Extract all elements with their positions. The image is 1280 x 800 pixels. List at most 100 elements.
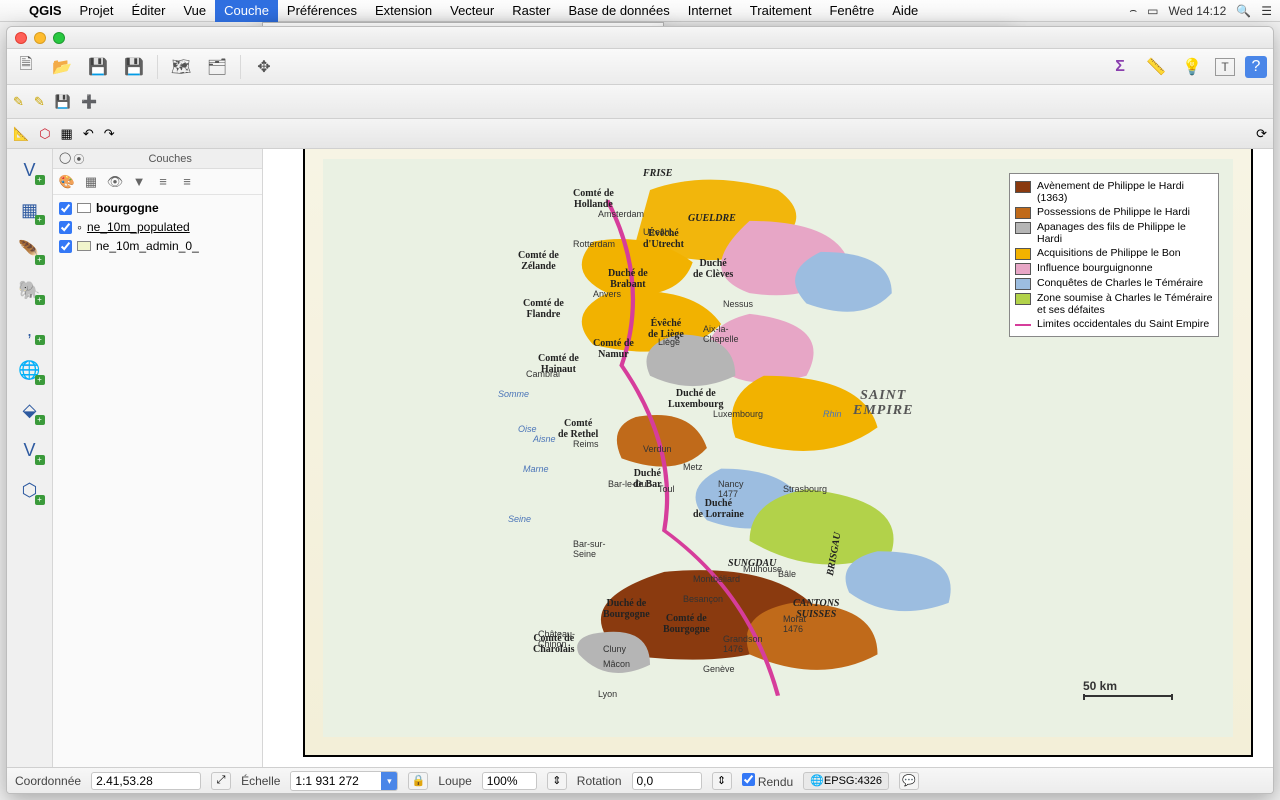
coord-toggle-icon[interactable]: ⤢ [211, 772, 231, 790]
window-minimize-button[interactable] [34, 32, 46, 44]
menubar-item-fenêtre[interactable]: Fenêtre [820, 0, 883, 22]
clock[interactable]: Wed 14:12 [1168, 4, 1226, 18]
edit-pencil-icon[interactable]: ✎ [13, 94, 24, 110]
layer-visibility-checkbox[interactable] [59, 221, 72, 234]
edit-save-icon[interactable]: ✎ [34, 94, 45, 110]
measure-icon[interactable]: 📏 [1143, 54, 1169, 80]
layers-panel-title: Couches [148, 153, 191, 165]
window-zoom-button[interactable] [53, 32, 65, 44]
scale-lock-icon[interactable]: 🔒 [408, 772, 428, 790]
layout-manager-icon[interactable]: 🗂 [204, 54, 230, 80]
add-wms-icon[interactable]: 🌐+ [15, 355, 45, 385]
scale-input[interactable] [291, 773, 381, 789]
toolbar-edit: ✎ ✎ 💾 ➕ [7, 85, 1273, 119]
open-project-icon[interactable]: 📂 [49, 54, 75, 80]
filter-legend-icon[interactable]: ▼ [129, 172, 149, 192]
loupe-stepper-icon[interactable]: ⇕ [547, 772, 567, 790]
pan-icon[interactable]: ✥ [251, 54, 277, 80]
render-checkbox[interactable]: Rendu [742, 773, 794, 789]
crs-button[interactable]: 🌐 EPSG:4326 [803, 772, 889, 790]
add-feature-icon[interactable]: ➕ [81, 94, 97, 110]
rotation-stepper-icon[interactable]: ⇕ [712, 772, 732, 790]
collapse-all-icon[interactable]: ≡ [177, 172, 197, 192]
topo-icon[interactable]: ▦ [61, 126, 73, 142]
map-city-label: Genève [703, 664, 735, 674]
layer-swatch-icon: ◦ [77, 219, 82, 235]
map-city-label: Bar-sur-Seine [573, 539, 606, 559]
menubar-item-aide[interactable]: Aide [883, 0, 927, 22]
add-virtual-icon[interactable]: V+ [15, 435, 45, 465]
sigma-icon[interactable]: Σ [1107, 54, 1133, 80]
layer-row[interactable]: bourgogne [53, 199, 262, 217]
add-spatialite-icon[interactable]: 🪶+ [15, 235, 45, 265]
scale-combo[interactable]: ▾ [290, 771, 398, 791]
map-city-label: Reims [573, 439, 599, 449]
menubar-item-vecteur[interactable]: Vecteur [441, 0, 503, 22]
loupe-input[interactable] [482, 772, 537, 790]
menubar-item-base de données[interactable]: Base de données [560, 0, 679, 22]
add-group-icon[interactable]: ▦ [81, 172, 101, 192]
coord-input[interactable] [91, 772, 201, 790]
legend-row: Zone soumise à Charles le Téméraire et s… [1015, 292, 1213, 316]
menubar-item-extension[interactable]: Extension [366, 0, 441, 22]
map-river-label: Oise [518, 424, 537, 434]
map-city-label: Mulhouse [743, 564, 782, 574]
refresh-icon[interactable]: ⟳ [1256, 126, 1267, 142]
legend-row: Conquêtes de Charles le Téméraire [1015, 277, 1213, 290]
menubar-item-préférences[interactable]: Préférences [278, 0, 366, 22]
add-raster-layer-icon[interactable]: ▦+ [15, 195, 45, 225]
new-project-icon[interactable]: 🗎 [13, 54, 39, 80]
legend-row: Influence bourguignonne [1015, 262, 1213, 275]
expand-all-icon[interactable]: ≡ [153, 172, 173, 192]
scale-dropdown-icon[interactable]: ▾ [381, 772, 397, 790]
mac-menubar: QGIS ProjetÉditerVueCouchePréférencesExt… [0, 0, 1280, 22]
menubar-item-internet[interactable]: Internet [679, 0, 741, 22]
map-region-label: Duché deBrabant [608, 269, 648, 290]
menubar-item-couche[interactable]: Couche [215, 0, 278, 22]
snap-icon[interactable]: ⬡ [39, 126, 50, 142]
ruler-icon[interactable]: 📐 [13, 126, 29, 142]
rotation-input[interactable] [632, 772, 702, 790]
map-canvas[interactable]: Avènement de Philippe le Hardi (1363)Pos… [263, 149, 1273, 767]
messages-icon[interactable]: 💬 [899, 772, 919, 790]
map-region-label: Duchéde Lorraine [693, 499, 744, 520]
redo-icon[interactable]: ↷ [104, 126, 115, 142]
window-titlebar [7, 27, 1273, 49]
layer-row[interactable]: ◦ne_10m_populated [53, 217, 262, 237]
menubar-item-raster[interactable]: Raster [503, 0, 559, 22]
window-close-button[interactable] [15, 32, 27, 44]
add-postgis-icon[interactable]: 🐘+ [15, 275, 45, 305]
layer-row[interactable]: ne_10m_admin_0_ [53, 237, 262, 255]
visibility-preset-icon[interactable]: 👁 [105, 172, 125, 192]
menubar-item-vue[interactable]: Vue [174, 0, 215, 22]
save-as-icon[interactable]: 💾 [121, 54, 147, 80]
spotlight-icon[interactable]: 🔍 [1236, 4, 1251, 18]
layer-visibility-checkbox[interactable] [59, 240, 72, 253]
map-city-label: Nessus [723, 299, 753, 309]
menu-extras-icon[interactable]: ☰ [1261, 4, 1272, 18]
menubar-item-projet[interactable]: Projet [71, 0, 123, 22]
app-name[interactable]: QGIS [20, 3, 71, 18]
layer-visibility-checkbox[interactable] [59, 202, 72, 215]
panel-close-icon[interactable]: ⦿ [73, 151, 84, 167]
add-mesh-icon[interactable]: ⬡+ [15, 475, 45, 505]
add-wfs-icon[interactable]: ⬙+ [15, 395, 45, 425]
new-layout-icon[interactable]: 🗺 [168, 54, 194, 80]
help-icon[interactable]: ? [1245, 56, 1267, 78]
map-region-label: SAINTEMPIRE [853, 389, 913, 418]
map-city-label: Luxembourg [713, 409, 763, 419]
panel-dot-icon[interactable]: ◯ [59, 151, 71, 167]
tips-icon[interactable]: 💡 [1179, 54, 1205, 80]
map-region-label: GUELDRE [688, 214, 736, 225]
layer-save-icon[interactable]: 💾 [55, 94, 71, 110]
wifi-icon[interactable]: ⌢ [1129, 3, 1137, 18]
menubar-item-éditer[interactable]: Éditer [122, 0, 174, 22]
menubar-item-traitement[interactable]: Traitement [741, 0, 821, 22]
style-preset-icon[interactable]: 🎨 [57, 172, 77, 192]
add-delimited-icon[interactable]: ,+ [15, 315, 45, 345]
battery-icon[interactable]: ▭ [1147, 4, 1158, 18]
save-project-icon[interactable]: 💾 [85, 54, 111, 80]
undo-icon[interactable]: ↶ [83, 126, 94, 142]
text-annotation-icon[interactable]: T [1215, 58, 1235, 76]
add-vector-layer-icon[interactable]: V+ [15, 155, 45, 185]
